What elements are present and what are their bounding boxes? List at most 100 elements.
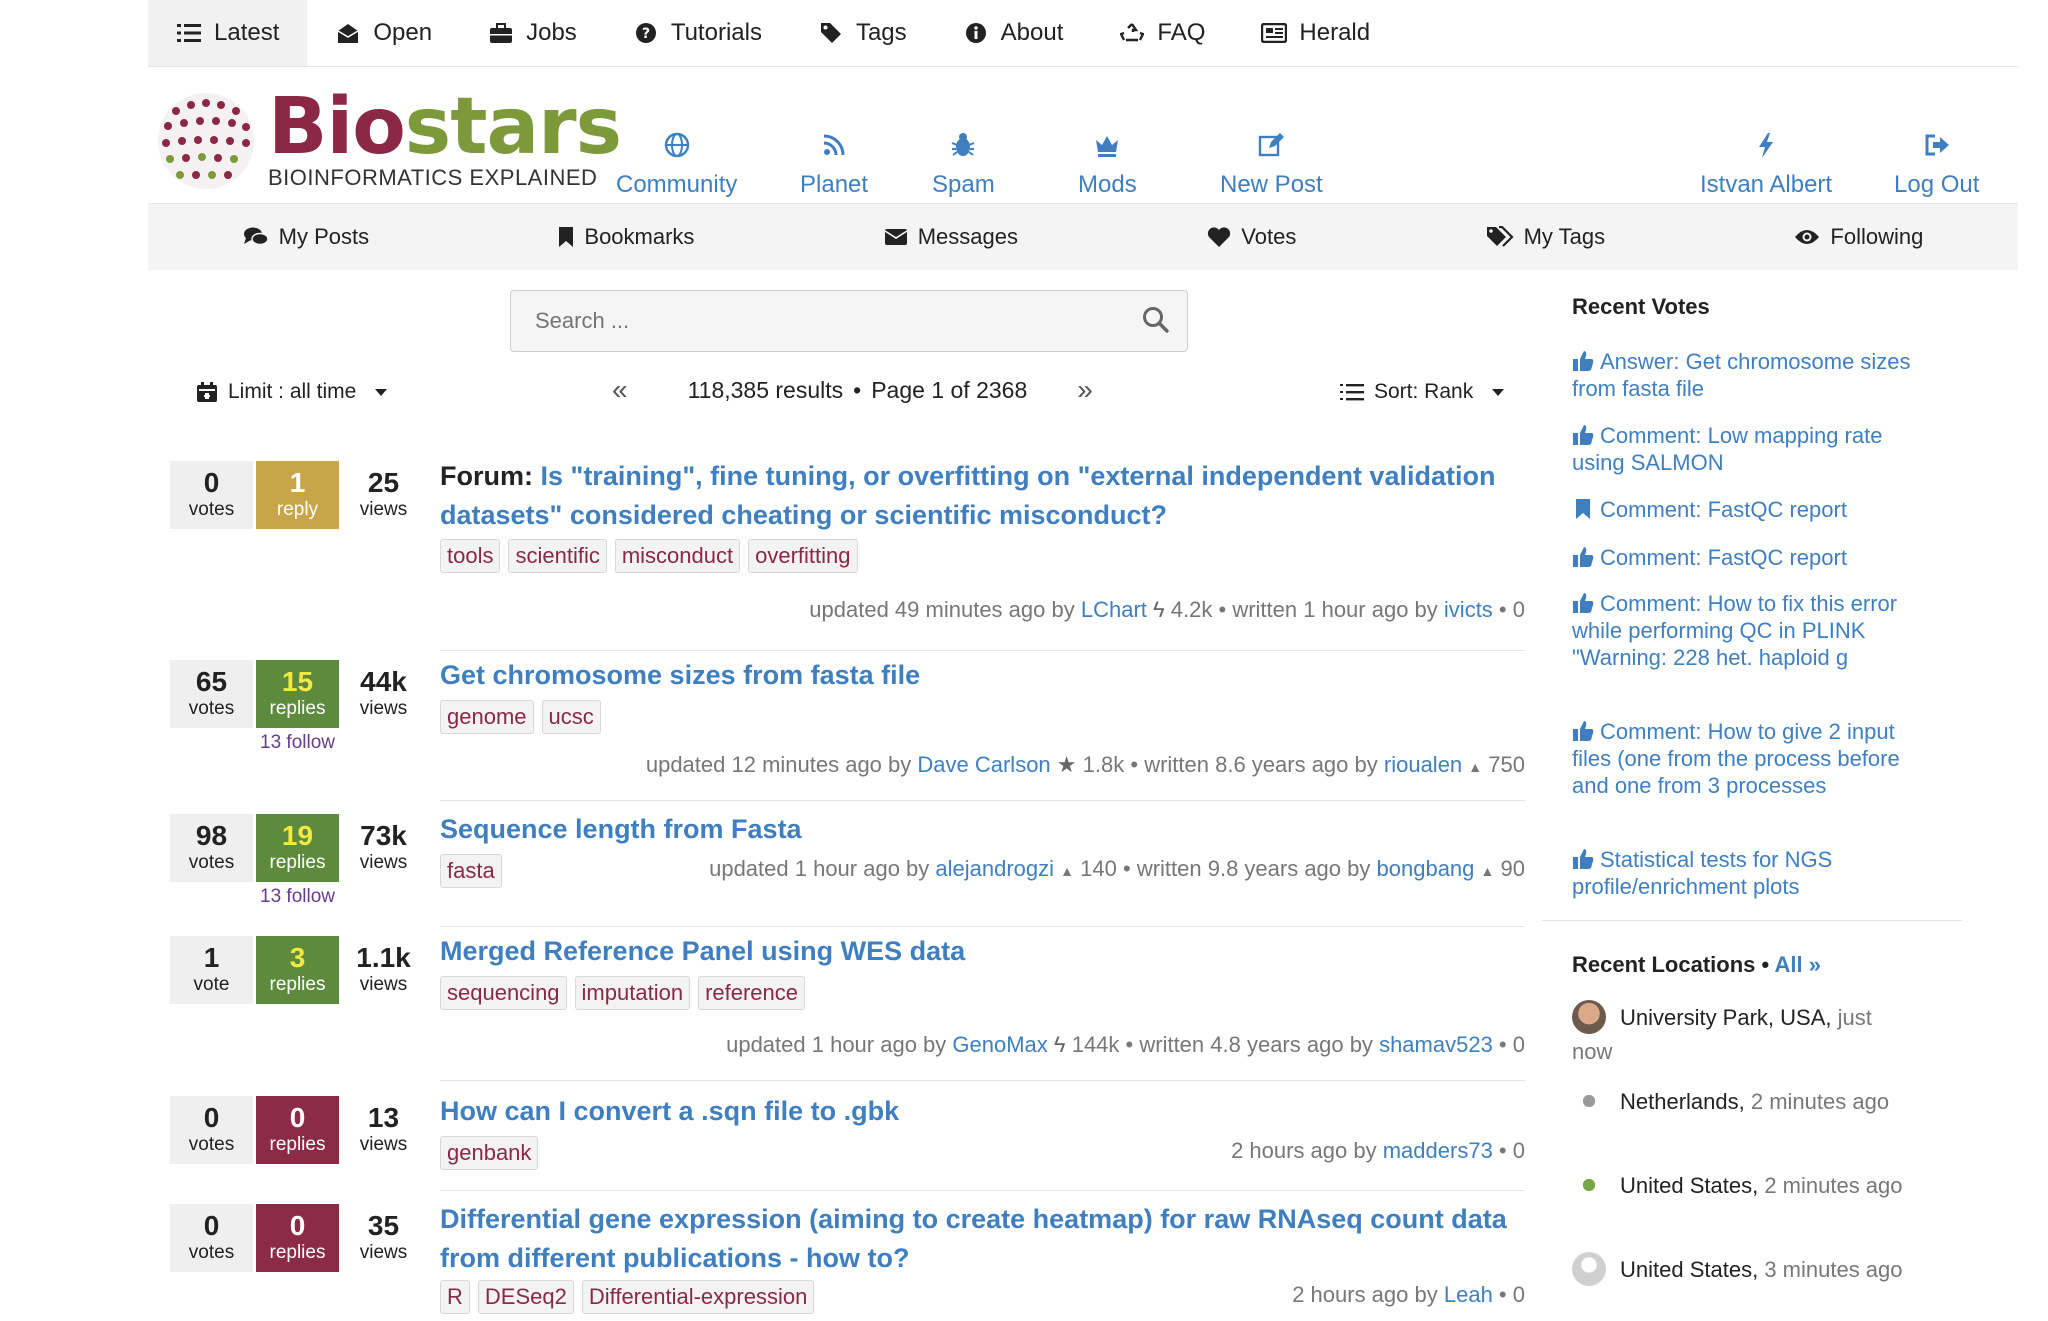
all-locations-link[interactable]: All » <box>1775 952 1821 977</box>
recent-vote-item[interactable]: Comment: FastQC report <box>1572 544 1912 571</box>
globe-icon <box>664 132 689 158</box>
header-nav-logout[interactable]: Log Out <box>1894 134 1979 199</box>
recent-vote-item[interactable]: Comment: How to give 2 input files (one … <box>1572 718 1922 799</box>
tag-chip[interactable]: R <box>440 1280 470 1314</box>
avatar[interactable] <box>1572 1084 1606 1118</box>
pagination: « 118,385 results • Page 1 of 2368 » <box>612 374 1093 406</box>
recent-vote-item[interactable]: Comment: Low mapping rate using SALMON <box>1572 422 1912 476</box>
avatar[interactable] <box>1572 1252 1606 1286</box>
search-icon[interactable] <box>1141 305 1171 335</box>
post-divider <box>440 800 1525 801</box>
topnav-tutorials[interactable]: ? Tutorials <box>605 0 790 66</box>
crown-icon <box>1096 136 1119 157</box>
eye-icon <box>1795 230 1820 244</box>
topnav-open[interactable]: Open <box>307 0 460 66</box>
tag-chip[interactable]: fasta <box>440 854 502 888</box>
user-link[interactable]: ivicts <box>1444 597 1493 622</box>
tag-chip[interactable]: reference <box>698 976 806 1010</box>
user-link[interactable]: madders73 <box>1383 1138 1493 1163</box>
header-nav-spam[interactable]: Spam <box>932 133 995 199</box>
post-title[interactable]: Sequence length from Fasta <box>440 810 1520 849</box>
user-link[interactable]: Leah <box>1444 1282 1493 1307</box>
follow-count: 13 follow <box>260 886 335 907</box>
recent-vote-item[interactable]: Statistical tests for NGS profile/enrich… <box>1572 846 1912 900</box>
subnav-my-posts[interactable]: My Posts <box>243 224 369 250</box>
user-link[interactable]: GenoMax <box>952 1032 1047 1057</box>
post-divider <box>440 926 1525 927</box>
location-item: United States, 3 minutes ago <box>1572 1252 1912 1287</box>
post-tags: sequencing imputation reference <box>440 976 813 1010</box>
recent-vote-item[interactable]: Comment: How to fix this error while per… <box>1572 590 1912 671</box>
post-title[interactable]: Forum: Is "training", fine tuning, or ov… <box>440 457 1520 535</box>
user-link[interactable]: LChart <box>1081 597 1147 622</box>
caret-up-icon: ▲ <box>1468 759 1483 775</box>
thumbs-up-icon <box>1573 593 1594 613</box>
user-link[interactable]: rioualen <box>1384 752 1462 777</box>
user-link[interactable]: alejandrogzi <box>935 856 1054 881</box>
tag-chip[interactable]: ucsc <box>541 700 601 734</box>
location-item: United States, 2 minutes ago <box>1572 1168 1912 1203</box>
post-tags: R DESeq2 Differential-expression <box>440 1280 822 1314</box>
recent-vote-item[interactable]: Answer: Get chromosome sizes from fasta … <box>1572 348 1912 402</box>
replies-count: 3 replies <box>256 936 339 1004</box>
votes-count: 1 vote <box>170 936 253 1004</box>
location-item: Netherlands, 2 minutes ago <box>1572 1084 1912 1119</box>
topnav-faq[interactable]: FAQ <box>1091 0 1233 66</box>
search-input[interactable] <box>511 308 1119 334</box>
tag-chip[interactable]: Differential-expression <box>581 1280 815 1314</box>
sort-dropdown[interactable]: Sort: Rank <box>1340 380 1505 404</box>
globe-logo-icon <box>158 93 254 189</box>
topnav-tags[interactable]: Tags <box>790 0 935 66</box>
subnav-my-tags[interactable]: My Tags <box>1486 224 1605 250</box>
prev-page-button[interactable]: « <box>612 374 628 406</box>
post-item: 65 votes 15 replies 44k views 13 follow Get… <box>170 660 1525 806</box>
header-nav-planet[interactable]: Planet <box>800 134 868 199</box>
subnav-bookmarks[interactable]: Bookmarks <box>558 224 694 250</box>
tag-chip[interactable]: overfitting <box>748 539 858 573</box>
results-count: 118,385 results <box>687 376 844 403</box>
user-link[interactable]: shamav523 <box>1379 1032 1493 1057</box>
post-title[interactable]: Get chromosome sizes from fasta file <box>440 656 1520 695</box>
tag-chip[interactable]: imputation <box>574 976 691 1010</box>
tag-chip[interactable]: genome <box>440 700 534 734</box>
post-item: 0 votes 1 reply 25 views Forum: Is "trainin… <box>170 461 1525 651</box>
topnav-jobs[interactable]: Jobs <box>460 0 605 66</box>
avatar[interactable] <box>1572 1168 1606 1202</box>
topnav-about[interactable]: About <box>935 0 1092 66</box>
subnav-messages[interactable]: Messages <box>884 224 1018 250</box>
subnav-following[interactable]: Following <box>1794 224 1923 250</box>
avatar[interactable] <box>1572 1000 1606 1034</box>
subnav-votes[interactable]: Votes <box>1207 224 1296 250</box>
tag-chip[interactable]: DESeq2 <box>477 1280 574 1314</box>
header-nav-community[interactable]: Community <box>616 132 737 199</box>
post-meta: 2 hours ago by madders73 • 0 <box>1231 1138 1525 1163</box>
recent-votes-title: Recent Votes <box>1572 294 1710 319</box>
tag-chip[interactable]: genbank <box>440 1136 539 1170</box>
post-title[interactable]: How can I convert a .sqn file to .gbk <box>440 1092 1520 1131</box>
tag-chip[interactable]: scientific <box>508 539 607 573</box>
post-tags: genome ucsc <box>440 700 609 734</box>
header-nav-user[interactable]: Istvan Albert <box>1700 133 1832 199</box>
topnav-herald[interactable]: Herald <box>1233 0 1398 66</box>
limit-dropdown[interactable]: Limit : all time <box>196 380 388 404</box>
tag-chip[interactable]: sequencing <box>440 976 567 1010</box>
votes-count: 65 votes <box>170 660 253 728</box>
next-page-button[interactable]: » <box>1077 374 1093 406</box>
post-title[interactable]: Differential gene expression (aiming to … <box>440 1200 1520 1278</box>
tag-chip[interactable]: tools <box>440 539 501 573</box>
topnav-label: Latest <box>214 19 280 46</box>
header-nav-mods[interactable]: Mods <box>1078 136 1137 199</box>
recent-vote-item[interactable]: Comment: FastQC report <box>1572 496 1912 523</box>
post-tags: genbank <box>440 1136 546 1170</box>
topnav-latest[interactable]: Latest <box>148 0 308 66</box>
views-count: 13 views <box>342 1096 425 1164</box>
bug-icon <box>951 133 975 156</box>
site-logo[interactable]: Biostars BIOINFORMATICS EXPLAINED <box>156 88 622 191</box>
user-link[interactable]: Dave Carlson <box>917 752 1050 777</box>
post-meta: updated 12 minutes ago by Dave Carlson ★… <box>645 752 1525 777</box>
post-title[interactable]: Merged Reference Panel using WES data <box>440 932 1520 971</box>
header-nav-new-post[interactable]: New Post <box>1220 133 1323 199</box>
tags-icon <box>1486 226 1514 247</box>
user-link[interactable]: bongbang <box>1377 856 1475 881</box>
tag-chip[interactable]: misconduct <box>614 539 741 573</box>
